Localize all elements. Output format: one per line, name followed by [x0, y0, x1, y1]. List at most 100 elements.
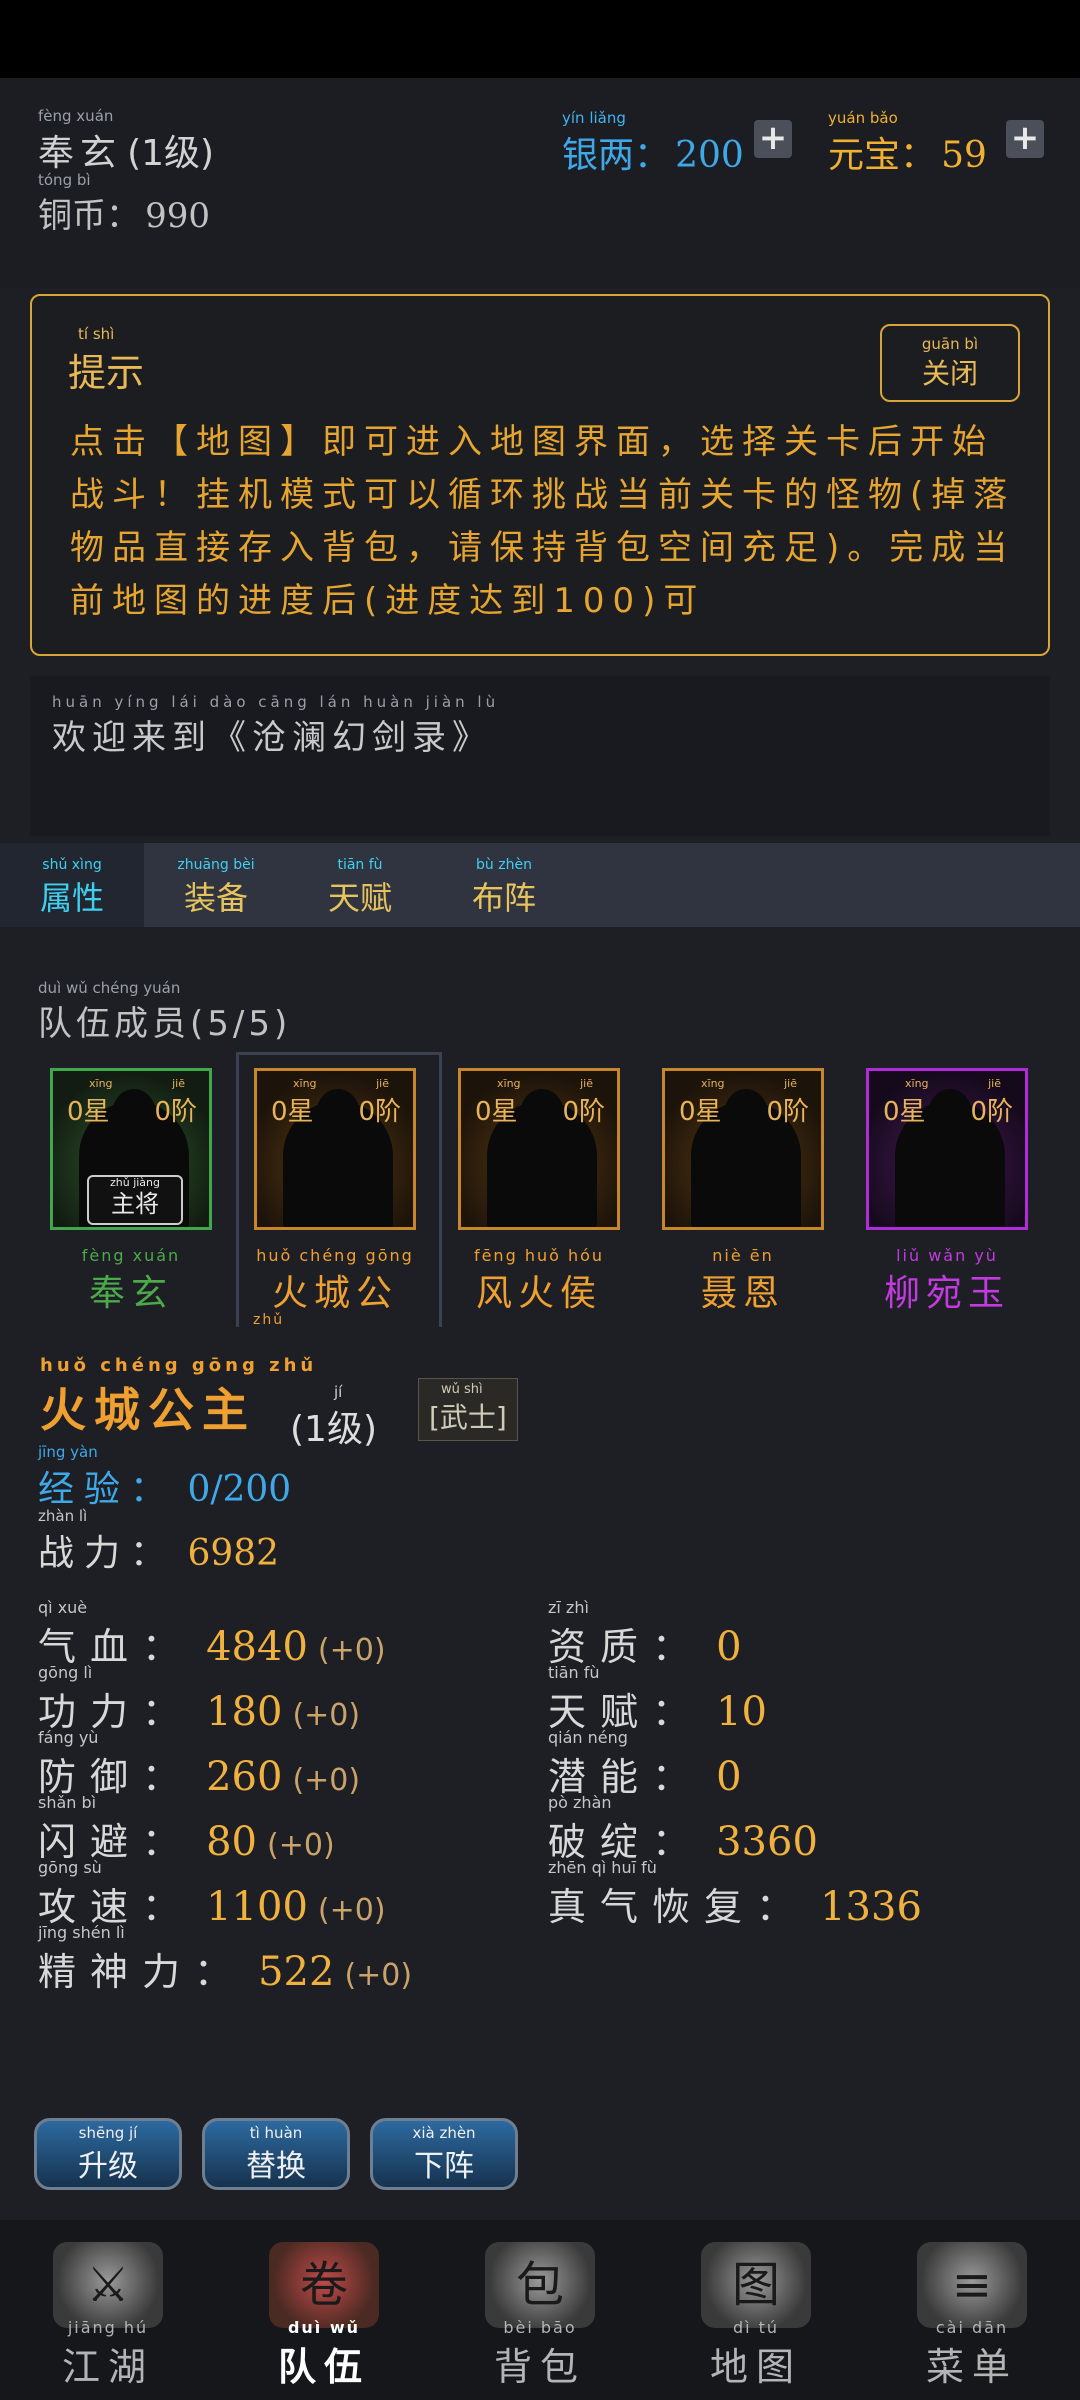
- nav-backpack[interactable]: 包 bèi bāo 背包: [432, 2230, 648, 2400]
- selected-hero-name-text: 火城公主: [40, 1383, 256, 1437]
- hero-name-fenghuohou[interactable]: fēng huǒ hóu 风火侯: [439, 1248, 639, 1316]
- nav-text: 队伍: [277, 2345, 370, 2389]
- stage-pinyin: jiē: [376, 1077, 389, 1090]
- exp-pinyin: jīng yàn: [38, 1443, 98, 1461]
- player-name-pinyin: fèng xuán: [38, 107, 114, 125]
- action-pinyin: xià zhèn: [412, 2124, 476, 2142]
- nav-label: cài dān 菜单: [864, 2320, 1080, 2391]
- class-badge: wǔ shì [武士]: [418, 1378, 518, 1441]
- nav-pinyin: dì tú: [732, 2318, 780, 2337]
- hero-name-overflow-pinyin: zhǔ: [253, 1312, 285, 1328]
- notice-title: tí shì 提示: [68, 326, 144, 397]
- selected-hero-name-pinyin: huǒ chéng gōng zhǔ: [40, 1355, 318, 1376]
- hero-card-liuwanyu[interactable]: xīng jiē 0星 0阶: [866, 1068, 1028, 1230]
- stat-label: 精神力：: [38, 1950, 247, 1994]
- hero-card-huochenggong[interactable]: xīng jiē 0星 0阶: [254, 1068, 416, 1230]
- close-notice-button[interactable]: guān bì 关闭: [880, 324, 1020, 402]
- power-display: zhàn lì 战力： 6982: [38, 1508, 279, 1576]
- ingot-value: 59: [941, 135, 987, 176]
- nav-jianghu[interactable]: ⚔ jiāng hú 江湖: [0, 2230, 216, 2400]
- stat-break: pò zhàn 破绽： 3360: [548, 1795, 818, 1866]
- hero-name-nieen[interactable]: niè ēn 聂恩: [643, 1248, 843, 1316]
- stat-pinyin: tiān fù: [548, 1663, 600, 1682]
- stat-label: 真气恢复：: [548, 1885, 809, 1929]
- silver-display: yín liǎng 银两： 200: [562, 110, 744, 178]
- action-pinyin: shēng jí: [78, 2124, 138, 2142]
- welcome-pinyin: huān yíng lái dào cāng lán huàn jiàn lù: [52, 693, 500, 711]
- backpack-icon: 包: [485, 2242, 595, 2328]
- power-label: 战力：: [38, 1533, 177, 1574]
- welcome-message: huān yíng lái dào cāng lán huàn jiàn lù …: [52, 694, 499, 759]
- star-pinyin: xīng: [905, 1077, 929, 1090]
- silver-pinyin: yín liǎng: [562, 109, 626, 127]
- team-title: duì wǔ chéng yuán 队伍成员(5/5): [38, 980, 291, 1045]
- tab-talent[interactable]: tiān fù 天赋: [288, 843, 432, 927]
- stat-potential: qián néng 潜能： 0: [548, 1730, 742, 1801]
- team-title-pinyin: duì wǔ chéng yuán: [38, 979, 181, 997]
- player-name: fèng xuán 奉玄 (1级): [38, 108, 214, 176]
- bottom-nav: ⚔ jiāng hú 江湖 卷 duì wǔ 队伍 包 bèi bāo 背包 图…: [0, 2220, 1080, 2400]
- star-pinyin: xīng: [497, 1077, 521, 1090]
- stat-value: 10: [716, 1689, 768, 1735]
- replace-button[interactable]: tì huàn 替换: [202, 2118, 350, 2190]
- hero-name-liuwanyu[interactable]: liǔ wǎn yù 柳宛玉: [847, 1248, 1047, 1316]
- tab-pinyin: bù zhèn: [476, 857, 532, 873]
- nav-pinyin: duì wǔ: [287, 2318, 361, 2337]
- hero-name-fengxuan[interactable]: fèng xuán 奉玄: [31, 1248, 231, 1316]
- stat-pinyin: shǎn bì: [38, 1793, 97, 1812]
- stat-bonus: (+0): [292, 1698, 361, 1733]
- hero-card-fenghuohou[interactable]: xīng jiē 0星 0阶: [458, 1068, 620, 1230]
- tab-label: 天赋: [327, 879, 392, 917]
- close-label: 关闭: [921, 357, 978, 390]
- nav-label: jiāng hú 江湖: [0, 2320, 216, 2391]
- hero-name-pinyin: fèng xuán: [81, 1246, 181, 1265]
- hero-stage: 0阶: [766, 1097, 809, 1127]
- hero-name-pinyin: liǔ wǎn yù: [896, 1246, 998, 1265]
- stat-value: 3360: [716, 1819, 818, 1865]
- stat-bonus: (+0): [344, 1958, 413, 1993]
- selected-level-text: (1级): [290, 1409, 377, 1450]
- exp-label: 经验：: [38, 1469, 177, 1510]
- hero-card-fengxuan[interactable]: xīng jiē 0星 0阶 zhǔ jiàng 主将: [50, 1068, 212, 1230]
- tab-bar: shǔ xìng 属性 zhuāng bèi 装备 tiān fù 天赋 bù …: [0, 843, 1080, 927]
- tab-label: 装备: [183, 879, 248, 917]
- nav-menu[interactable]: ≡ cài dān 菜单: [864, 2230, 1080, 2400]
- stat-value: 260: [206, 1754, 283, 1800]
- class-text: [武士]: [429, 1401, 507, 1434]
- nav-label: duì wǔ 队伍: [216, 2320, 432, 2391]
- hero-name-huochenggong[interactable]: huǒ chéng gōng 火城公 zhǔ: [235, 1248, 435, 1329]
- exp-value: 0/200: [187, 1469, 292, 1510]
- hero-card-nieen[interactable]: xīng jiē 0星 0阶: [662, 1068, 824, 1230]
- tab-attributes[interactable]: shǔ xìng 属性: [0, 843, 144, 927]
- add-silver-button[interactable]: +: [754, 120, 792, 158]
- stat-bonus: (+0): [317, 1633, 386, 1668]
- hero-name-text: 柳宛玉: [883, 1273, 1010, 1314]
- stat-attack-speed: gōng sù 攻速： 1100 (+0): [38, 1860, 386, 1931]
- stat-pinyin: qì xuè: [38, 1598, 88, 1617]
- menu-icon: ≡: [917, 2242, 1027, 2328]
- resource-header: fèng xuán 奉玄 (1级) tóng bì 铜币： 990 yín li…: [0, 78, 1080, 288]
- stage-pinyin: jiē: [580, 1077, 593, 1090]
- notice-panel: tí shì 提示 guān bì 关闭 点击【地图】即可进入地图界面，选择关卡…: [30, 294, 1050, 656]
- tab-formation[interactable]: bù zhèn 布阵: [432, 843, 576, 927]
- tab-equipment[interactable]: zhuāng bèi 装备: [144, 843, 288, 927]
- stat-value: 1336: [820, 1884, 922, 1930]
- ingot-pinyin: yuán bǎo: [828, 109, 898, 127]
- hero-stars: 0星: [67, 1097, 110, 1127]
- add-ingot-button[interactable]: +: [1006, 120, 1044, 158]
- copper-label: 铜币：: [38, 196, 140, 236]
- remove-from-formation-button[interactable]: xià zhèn 下阵: [370, 2118, 518, 2190]
- nav-team[interactable]: 卷 duì wǔ 队伍: [216, 2230, 432, 2400]
- stat-talent: tiān fù 天赋： 10: [548, 1665, 767, 1736]
- nav-label: bèi bāo 背包: [432, 2320, 648, 2391]
- hero-name-text: 风火侯: [475, 1273, 602, 1314]
- nav-map[interactable]: 图 dì tú 地图: [648, 2230, 864, 2400]
- stat-pinyin: gōng lì: [38, 1663, 93, 1682]
- stat-pinyin: zhēn qì huī fù: [548, 1858, 657, 1877]
- nav-pinyin: bèi bāo: [503, 2318, 577, 2337]
- map-icon: 图: [701, 2242, 811, 2328]
- stat-pinyin: qián néng: [548, 1728, 628, 1747]
- upgrade-button[interactable]: shēng jí 升级: [34, 2118, 182, 2190]
- crossed-swords-icon: ⚔: [53, 2242, 163, 2328]
- stage-pinyin: jiē: [172, 1077, 185, 1090]
